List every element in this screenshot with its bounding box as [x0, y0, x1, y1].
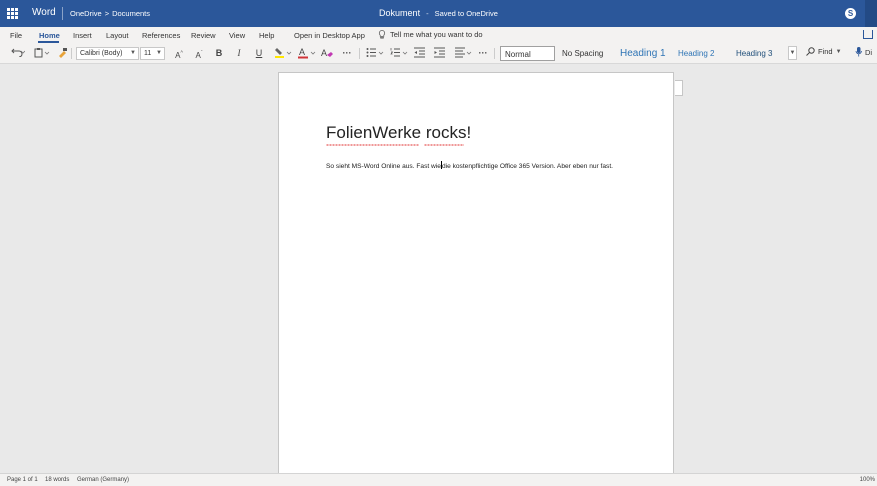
- format-painter-button[interactable]: [56, 47, 68, 59]
- save-status: Saved to OneDrive: [434, 9, 498, 18]
- body-text-after-caret: die kostenpflichtige Office 365 Version.…: [441, 163, 614, 170]
- open-in-desktop-app-button[interactable]: Open in Desktop App: [294, 31, 365, 40]
- title-divider: [62, 7, 63, 20]
- account-area[interactable]: [865, 0, 877, 27]
- decrease-indent-button[interactable]: [414, 47, 426, 59]
- font-color-button[interactable]: A: [297, 47, 317, 59]
- spelling-error-underline: [326, 144, 419, 146]
- more-icon: ···: [342, 48, 352, 58]
- breadcrumb-onedrive[interactable]: OneDrive: [70, 9, 102, 18]
- breadcrumb: OneDrive > Documents: [70, 9, 150, 18]
- grow-font-icon: A^: [175, 50, 183, 60]
- undo-button[interactable]: [8, 47, 28, 59]
- underline-button[interactable]: U: [253, 47, 265, 59]
- font-family-select[interactable]: Calibri (Body) ▼: [76, 47, 139, 60]
- more-paragraph-options-button[interactable]: ···: [477, 47, 489, 59]
- clear-formatting-icon: A: [321, 48, 333, 58]
- tab-insert[interactable]: Insert: [73, 31, 92, 40]
- highlight-button[interactable]: [273, 47, 293, 59]
- language-indicator[interactable]: German (Germany): [77, 477, 129, 483]
- more-icon: ···: [478, 48, 488, 58]
- zoom-level[interactable]: 100%: [860, 477, 875, 483]
- title-bar: Word OneDrive > Documents Dokument - Saved…: [0, 0, 877, 27]
- document-body-paragraph[interactable]: So sieht MS-Word Online aus. Fast wiedie…: [326, 161, 613, 170]
- chevron-down-icon: ▼: [130, 50, 136, 56]
- tab-view[interactable]: View: [229, 31, 245, 40]
- align-button[interactable]: [455, 47, 473, 59]
- tab-file[interactable]: File: [10, 31, 22, 40]
- styles-expand-button[interactable]: ▼: [788, 46, 797, 60]
- body-text-before-caret: So sieht MS-Word Online aus. Fast wie: [326, 163, 441, 170]
- dictate-button[interactable]: Di: [855, 47, 872, 57]
- app-launcher-icon[interactable]: [7, 8, 18, 19]
- font-color-icon: A: [297, 47, 315, 59]
- increase-indent-icon: [434, 47, 445, 58]
- tab-layout[interactable]: Layout: [106, 31, 129, 40]
- chevron-down-icon: ▼: [789, 50, 796, 56]
- document-heading[interactable]: FolienWerke rocks!: [326, 123, 471, 143]
- bold-button[interactable]: B: [213, 47, 225, 59]
- tab-home[interactable]: Home: [39, 31, 60, 40]
- spelling-error-underline: [424, 144, 464, 146]
- tell-me-placeholder: Tell me what you want to do: [390, 30, 483, 39]
- page-count: Page 1 of 1: [7, 477, 38, 483]
- align-left-icon: [455, 47, 472, 58]
- increase-indent-button[interactable]: [434, 47, 446, 59]
- tab-review[interactable]: Review: [191, 31, 216, 40]
- toolbar-divider: [359, 48, 360, 59]
- page-side-tab: [675, 80, 683, 96]
- clear-formatting-button[interactable]: A: [321, 47, 333, 59]
- skype-icon[interactable]: S: [845, 8, 856, 19]
- bullet-list-icon: [366, 48, 383, 57]
- style-heading-1[interactable]: Heading 1: [616, 46, 672, 61]
- title-separator: -: [426, 9, 429, 18]
- highlighter-icon: [274, 48, 291, 58]
- style-heading-3[interactable]: Heading 3: [732, 46, 788, 61]
- svg-text:A: A: [299, 47, 305, 57]
- lightbulb-icon: [378, 30, 386, 39]
- font-size-select[interactable]: 11 ▼: [140, 47, 165, 60]
- find-button[interactable]: Find ▼: [806, 47, 842, 56]
- status-bar: Page 1 of 1 18 words German (Germany) 10…: [0, 473, 877, 486]
- more-font-options-button[interactable]: ···: [341, 47, 353, 59]
- breadcrumb-documents[interactable]: Documents: [112, 9, 150, 18]
- format-painter-icon: [58, 48, 67, 58]
- document-page[interactable]: FolienWerke rocks! So sieht MS-Word Onli…: [278, 72, 674, 473]
- bullets-button[interactable]: [365, 47, 385, 59]
- style-normal[interactable]: Normal: [500, 46, 555, 61]
- microphone-icon: [855, 47, 862, 57]
- chevron-down-icon: ▼: [156, 50, 162, 56]
- chevron-down-icon: ▼: [835, 48, 842, 55]
- decrease-indent-icon: [414, 47, 425, 58]
- grow-font-button[interactable]: A^: [173, 47, 185, 60]
- font-family-value: Calibri (Body): [80, 50, 123, 57]
- tell-me-search[interactable]: Tell me what you want to do: [378, 30, 483, 39]
- clipboard-icon: [34, 48, 50, 58]
- word-count[interactable]: 18 words: [45, 477, 69, 483]
- search-icon: [806, 47, 815, 56]
- toolbar-divider: [494, 48, 495, 59]
- app-name[interactable]: Word: [32, 7, 56, 18]
- shrink-font-icon: Aˇ: [195, 50, 203, 60]
- document-canvas[interactable]: FolienWerke rocks! So sieht MS-Word Onli…: [0, 64, 877, 473]
- tab-help[interactable]: Help: [259, 31, 274, 40]
- numbering-button[interactable]: [389, 47, 409, 59]
- style-heading-2[interactable]: Heading 2: [674, 46, 730, 61]
- breadcrumb-separator-icon: >: [104, 9, 110, 18]
- style-no-spacing[interactable]: No Spacing: [558, 46, 614, 61]
- undo-icon: [11, 48, 26, 58]
- toolbar-divider: [71, 48, 72, 59]
- document-name[interactable]: Dokument: [379, 8, 420, 18]
- share-icon[interactable]: [863, 30, 873, 39]
- italic-button[interactable]: I: [233, 47, 245, 59]
- font-size-value: 11: [144, 50, 152, 57]
- svg-text:A: A: [321, 48, 327, 58]
- dictate-label: Di: [865, 47, 873, 57]
- shrink-font-button[interactable]: Aˇ: [193, 47, 205, 60]
- tab-references[interactable]: References: [142, 31, 180, 40]
- ribbon-tabs: File Home Insert Layout References Revie…: [0, 27, 877, 43]
- numbered-list-icon: [389, 48, 407, 57]
- find-label: Find: [818, 47, 833, 56]
- paste-button[interactable]: [33, 47, 51, 59]
